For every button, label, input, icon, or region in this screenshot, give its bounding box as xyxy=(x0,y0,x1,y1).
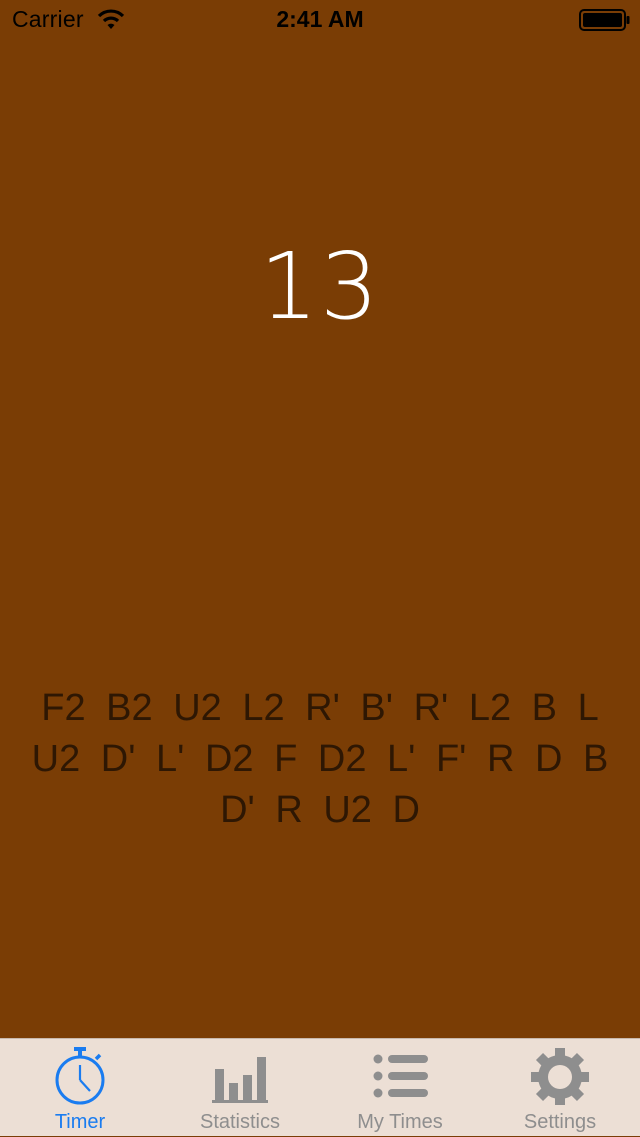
timer-display[interactable]: 13 xyxy=(0,232,640,342)
tab-settings[interactable]: Settings xyxy=(480,1039,640,1137)
list-icon xyxy=(373,1054,428,1098)
stopwatch-icon xyxy=(55,1047,105,1105)
tab-timer-label: Timer xyxy=(54,1111,106,1133)
bar-chart-icon xyxy=(212,1057,268,1103)
tab-my-times-label: My Times xyxy=(357,1111,443,1133)
scramble-text: F2 B2 U2 L2 R' B' R' L2 B L U2 D' L' D2 … xyxy=(31,687,609,831)
tab-bar: Timer Statistics My Times Settings xyxy=(0,1038,640,1136)
tab-timer[interactable]: Timer xyxy=(0,1039,160,1137)
gear-icon xyxy=(531,1048,589,1105)
status-bar: Carrier 2:41 AM xyxy=(0,0,640,40)
status-time: 2:41 AM xyxy=(276,6,364,32)
tab-settings-label: Settings xyxy=(523,1111,597,1133)
tab-my-times[interactable]: My Times xyxy=(320,1039,480,1137)
tab-statistics[interactable]: Statistics xyxy=(160,1039,320,1137)
tab-statistics-label: Statistics xyxy=(199,1111,281,1133)
battery-icon xyxy=(579,9,630,31)
